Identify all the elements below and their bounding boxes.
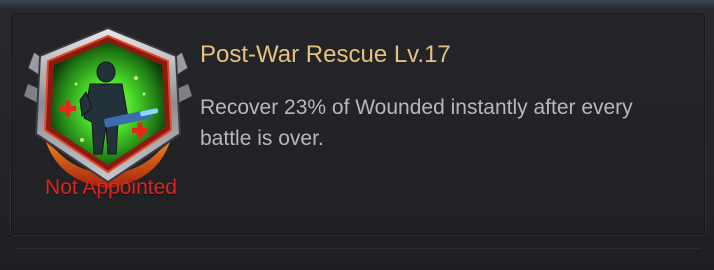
top-border bbox=[0, 0, 714, 8]
skill-badge[interactable] bbox=[20, 22, 196, 192]
appointment-status: Not Appointed bbox=[45, 176, 177, 199]
skill-description: Recover 23% of Wounded instantly after e… bbox=[200, 96, 633, 150]
rescue-soldier-badge-icon bbox=[24, 26, 192, 188]
skill-title: Post-War Rescue Lv.17 bbox=[200, 41, 451, 68]
divider bbox=[14, 248, 700, 249]
skill-tooltip: Not Appointed Post-War Rescue Lv.17 Reco… bbox=[0, 0, 714, 270]
